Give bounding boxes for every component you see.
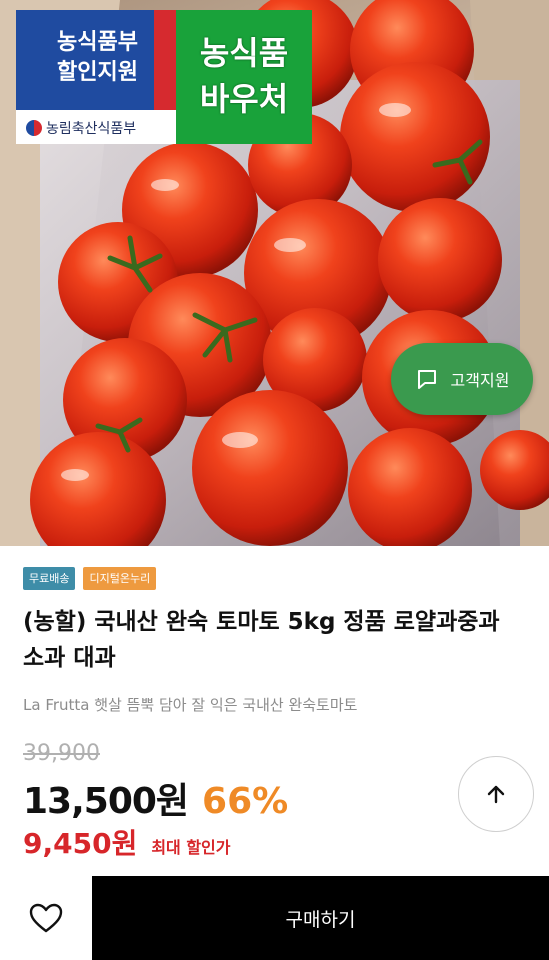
gov-badge-line1: 농식품부 (57, 30, 138, 55)
buy-button-label: 구매하기 (285, 908, 356, 931)
scroll-top-button[interactable] (458, 756, 534, 832)
price-row: 13,500원 66% (23, 772, 288, 824)
tag-free-shipping: 무료배송 (23, 567, 76, 590)
like-button[interactable] (0, 876, 92, 960)
gov-badge-stripe (154, 10, 176, 110)
max-discount-price: 9,450원 (23, 827, 138, 860)
taegeuk-emblem-icon (26, 120, 42, 136)
product-title: (농할) 국내산 완숙 토마토 5kg 정품 로얄과중과 소과 대과 (23, 609, 500, 671)
voucher-badge: 농식품 바우처 (176, 10, 312, 144)
gov-discount-badge: 농식품부 할인지원 농림축산식품부 (16, 10, 176, 144)
sale-price: 13,500원 (23, 781, 189, 822)
tag-digital-onnuri: 디지털온누리 (83, 567, 157, 590)
arrow-up-icon (487, 785, 505, 804)
original-price: 39,900 (23, 741, 100, 766)
gov-badge-text: 농식품부 할인지원 (16, 10, 154, 110)
gov-badge-line2: 할인지원 (57, 60, 138, 85)
max-discount-label: 최대 할인가 (151, 838, 231, 857)
voucher-line2: 바우처 (199, 80, 289, 118)
bottom-action-bar: 구매하기 (0, 876, 549, 960)
ministry-name: 농림축산식품부 (46, 121, 137, 137)
product-image: 농식품부 할인지원 농림축산식품부 농식품 바우처 (0, 0, 549, 546)
customer-support-button[interactable]: 고객지원 (391, 343, 533, 415)
discount-rate: 66% (202, 781, 289, 822)
product-tags: 무료배송 디지털온누리 (23, 567, 157, 590)
buy-button[interactable]: 구매하기 (92, 876, 549, 960)
chat-icon (417, 370, 436, 389)
ministry-label: 농림축산식품부 (26, 118, 136, 138)
voucher-line1: 농식품 (199, 34, 289, 72)
customer-support-label: 고객지원 (450, 371, 510, 390)
max-discount-row: 9,450원 최대 할인가 (23, 822, 231, 862)
heart-icon (29, 903, 63, 933)
product-subtitle: La Frutta 햇살 뜸뿍 담아 잘 익은 국내산 완숙토마토 (23, 696, 358, 714)
